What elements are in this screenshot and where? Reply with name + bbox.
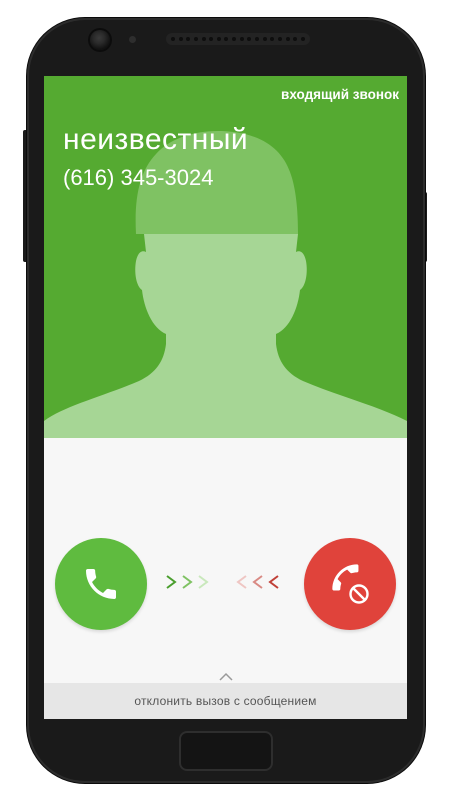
decline-call-button[interactable] [304,538,396,630]
caller-number: (616) 345-3024 [63,165,214,190]
reject-with-message-bar[interactable]: отклонить вызов с сообщением [44,683,407,719]
proximity-sensor [129,36,136,43]
caller-photo-area: входящий звонок неизвестный (616) 345-30… [44,76,407,438]
device-mockup: входящий звонок неизвестный (616) 345-30… [0,0,450,800]
home-button[interactable] [179,731,273,771]
earpiece-speaker [166,33,310,45]
incoming-call-label: входящий звонок [281,87,399,102]
phone-hangup-blocked-icon [332,564,370,605]
caller-name: неизвестный [63,123,249,156]
front-camera [90,30,110,50]
swipe-left-hint-icon [236,575,279,589]
incoming-call-screen: входящий звонок неизвестный (616) 345-30… [44,76,407,719]
swipe-right-hint-icon [166,575,209,589]
chevron-up-icon[interactable] [219,672,233,681]
reject-with-message-label: отклонить вызов с сообщением [134,694,317,708]
answer-call-button[interactable] [55,538,147,630]
phone-icon [86,569,116,599]
